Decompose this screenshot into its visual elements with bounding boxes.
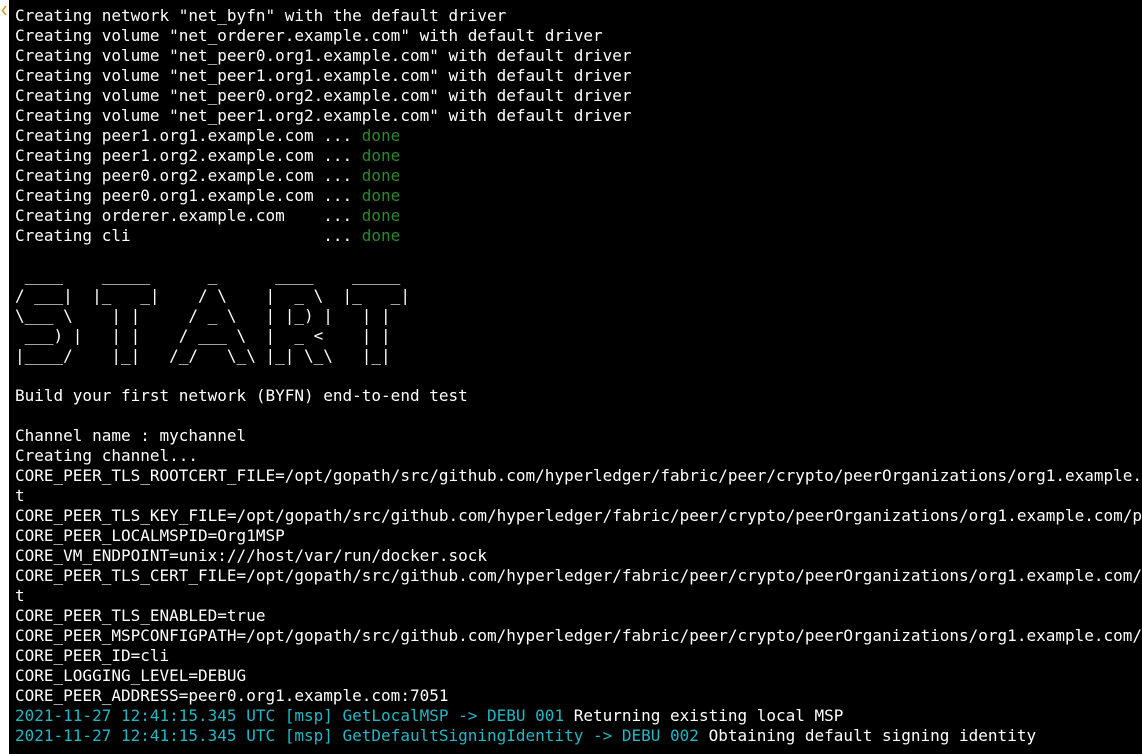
banner-line: \___ \ | | / _ \ | |_) | | | [15, 306, 391, 325]
creating-channel: Creating channel... [15, 446, 199, 465]
log-message: Obtaining default signing identity [698, 726, 1037, 745]
status-done: done [361, 226, 401, 245]
env-line: t [15, 586, 25, 605]
banner-line: ____ _____ _ ____ _____ [15, 266, 401, 285]
output-line: Creating volume "net_orderer.example.com… [15, 26, 603, 45]
container-line: Creating peer1.org2.example.com ... done [15, 146, 1142, 166]
banner-line: |____/ |_| /_/ \_\ |_| \_\ |_| [15, 346, 391, 365]
container-name: Creating peer1.org1.example.com ... [15, 126, 362, 145]
test-title: Build your first network (BYFN) end-to-e… [15, 386, 468, 405]
terminal-output: Creating network "net_byfn" with the def… [15, 6, 1142, 746]
banner-line: ___) | | | / ___ \ | _ < | | [15, 326, 391, 345]
status-done: done [361, 186, 401, 205]
env-line: CORE_PEER_ID=cli [15, 646, 170, 665]
env-line: CORE_VM_ENDPOINT=unix:///host/var/run/do… [15, 546, 488, 565]
env-line: CORE_PEER_TLS_KEY_FILE=/opt/gopath/src/g… [15, 506, 1142, 525]
output-line: Creating volume "net_peer0.org1.example.… [15, 46, 632, 65]
log-line: 2021-11-27 12:41:15.345 UTC [msp] GetDef… [15, 726, 1142, 746]
status-done: done [361, 206, 401, 225]
output-line: Creating network "net_byfn" with the def… [15, 6, 507, 25]
container-line: Creating peer1.org1.example.com ... done [15, 126, 1142, 146]
banner-line: / ___| |_ _| / \ | _ \ |_ _| [15, 286, 410, 305]
env-line: CORE_LOGGING_LEVEL=DEBUG [15, 666, 247, 685]
container-name: Creating cli ... [15, 226, 362, 245]
terminal-window[interactable]: Creating network "net_byfn" with the def… [0, 0, 1142, 754]
container-name: Creating peer0.org2.example.com ... [15, 166, 362, 185]
log-line: 2021-11-27 12:41:15.345 UTC [msp] GetLoc… [15, 706, 1142, 726]
env-line: CORE_PEER_ADDRESS=peer0.org1.example.com… [15, 686, 449, 705]
container-line: Creating orderer.example.com ... done [15, 206, 1142, 226]
log-prefix: 2021-11-27 12:41:15.345 UTC [msp] GetDef… [15, 726, 699, 745]
container-line: Creating peer0.org1.example.com ... done [15, 186, 1142, 206]
container-name: Creating peer0.org1.example.com ... [15, 186, 362, 205]
env-line: t [15, 486, 25, 505]
status-done: done [361, 166, 401, 185]
env-line: CORE_PEER_MSPCONFIGPATH=/opt/gopath/src/… [15, 626, 1142, 645]
output-line: Creating volume "net_peer1.org1.example.… [15, 66, 632, 85]
output-line: Creating volume "net_peer0.org2.example.… [15, 86, 632, 105]
env-line: CORE_PEER_TLS_ENABLED=true [15, 606, 266, 625]
output-line: Creating volume "net_peer1.org2.example.… [15, 106, 632, 125]
status-done: done [361, 126, 401, 145]
log-message: Returning existing local MSP [564, 706, 844, 725]
log-prefix: 2021-11-27 12:41:15.345 UTC [msp] GetLoc… [15, 706, 565, 725]
channel-name: Channel name : mychannel [15, 426, 247, 445]
env-line: CORE_PEER_TLS_ROOTCERT_FILE=/opt/gopath/… [15, 466, 1142, 485]
env-line: CORE_PEER_LOCALMSPID=Org1MSP [15, 526, 285, 545]
env-line: CORE_PEER_TLS_CERT_FILE=/opt/gopath/src/… [15, 566, 1142, 585]
container-line: Creating peer0.org2.example.com ... done [15, 166, 1142, 186]
window-edge [0, 0, 9, 754]
container-line: Creating cli ... done [15, 226, 1142, 246]
container-name: Creating orderer.example.com ... [15, 206, 362, 225]
container-name: Creating peer1.org2.example.com ... [15, 146, 362, 165]
chevron-left-icon [1, 5, 7, 16]
status-done: done [361, 146, 401, 165]
